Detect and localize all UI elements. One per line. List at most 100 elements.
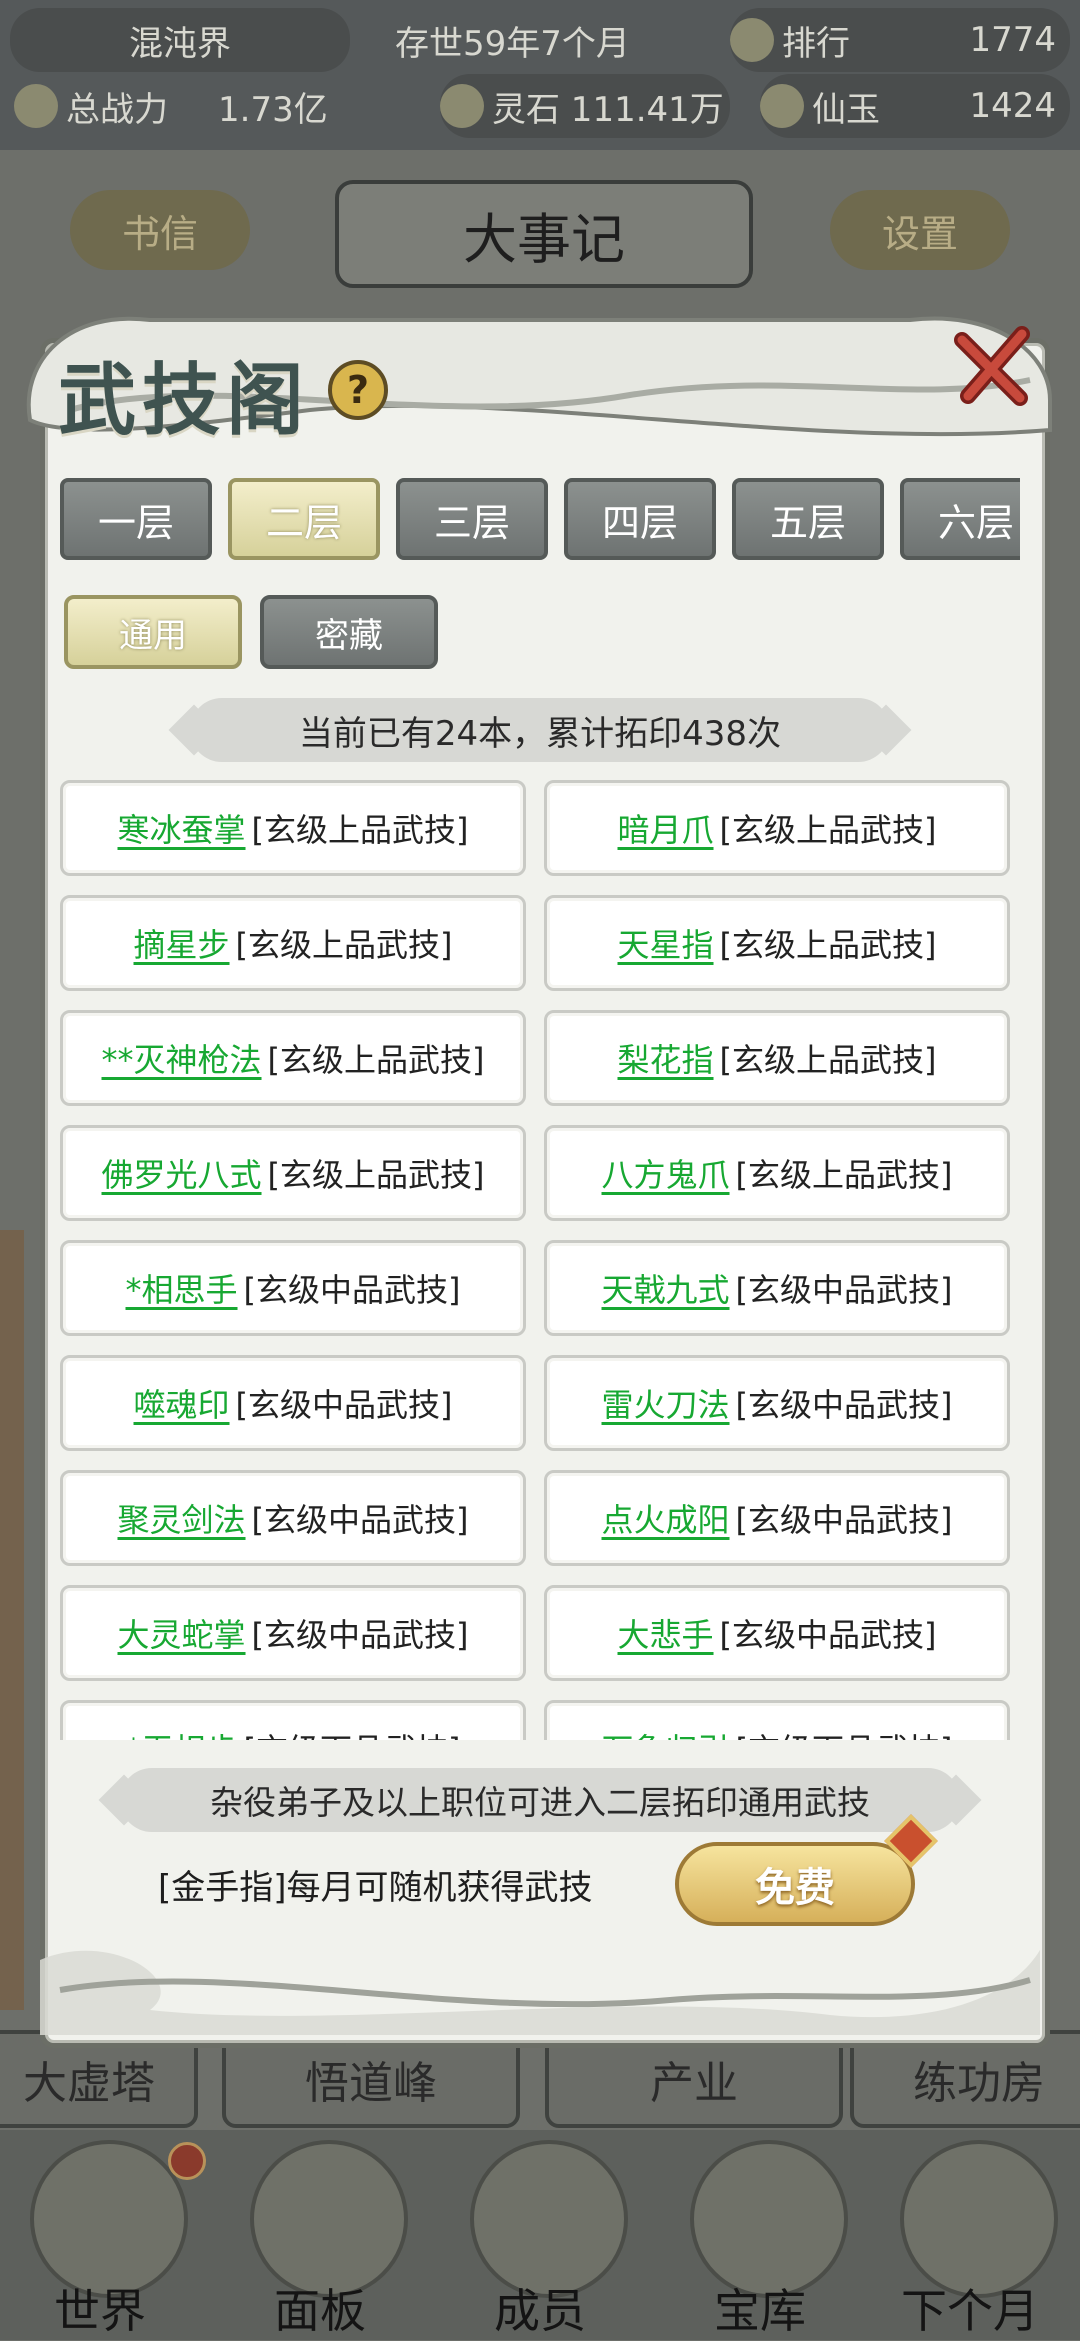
skill-grade: [玄级上品武技] [267, 1041, 485, 1079]
skill-name-link[interactable]: 点火成阳 [602, 1495, 730, 1541]
skill-card[interactable]: 天戟九式 [玄级中品武技] [544, 1240, 1010, 1336]
tab-layer-4[interactable]: 四层 [564, 478, 716, 560]
rank-button[interactable]: 排行 1774 [730, 8, 1070, 72]
skill-grade: [玄级上品武技] [719, 811, 937, 849]
skill-name-link[interactable]: 摘星步 [134, 920, 230, 966]
skill-count-banner: 当前已有24本，累计拓印438次 [190, 698, 890, 762]
skill-name-link[interactable]: 八方鬼爪 [602, 1150, 730, 1196]
nav-members[interactable]: 成员 [440, 2130, 640, 2340]
background-decoration [0, 1230, 24, 2010]
skill-grade: [玄级上品武技] [719, 926, 937, 964]
settings-button[interactable]: 设置 [830, 190, 1010, 270]
event-log-title: 大事记 [335, 180, 753, 288]
skill-name-link[interactable]: *无相步 [126, 1725, 238, 1740]
skill-grade: [玄级上品武技] [251, 811, 469, 849]
skill-grade: [玄级中品武技] [243, 1271, 461, 1309]
age-text: 存世59年7个月 [395, 23, 630, 64]
layer-requirement-text: 杂役弟子及以上职位可进入二层拓印通用武技 [210, 1783, 870, 1822]
skill-grade: [玄级中品武技] [735, 1271, 953, 1309]
skill-grade: [玄级上品武技] [267, 1156, 485, 1194]
skill-name-link[interactable]: 聚灵剑法 [118, 1495, 246, 1541]
skill-name-link[interactable]: *相思手 [126, 1265, 238, 1311]
nav-members-label: 成员 [494, 2284, 586, 2338]
nav-next-month-label: 下个月 [901, 2284, 1039, 2338]
layer-tab-bar: 一层 二层 三层 四层 五层 六层 [60, 478, 1020, 568]
dialog-title: 武技阁 [58, 355, 311, 446]
skill-card[interactable]: 八方鬼爪 [玄级上品武技] [544, 1125, 1010, 1221]
skill-name-link[interactable]: 梨花指 [618, 1035, 714, 1081]
jade-label: 仙玉 [812, 89, 880, 130]
skill-name-link[interactable]: 大悲手 [618, 1610, 714, 1656]
bottom-cloud-decoration [40, 1950, 1040, 2035]
tab-layer-1[interactable]: 一层 [60, 478, 212, 560]
skill-card[interactable]: *相思手 [玄级中品武技] [60, 1240, 526, 1336]
age-label: 存世59年7个月 [395, 8, 735, 72]
golden-finger-text: [金手指]每月可随机获得武技 [158, 1868, 593, 1908]
jade-icon [760, 84, 804, 128]
skill-grade: [玄级上品武技] [719, 1041, 937, 1079]
tab-layer-6[interactable]: 六层 [900, 478, 1020, 560]
help-icon[interactable]: ? [328, 360, 388, 420]
stone-display: 灵石 111.41万 [440, 74, 730, 138]
jade-display: 仙玉 1424 [760, 74, 1070, 138]
tab-layer-2[interactable]: 二层 [228, 478, 380, 560]
power-label: 总战力 [66, 89, 168, 130]
rank-value: 1774 [969, 20, 1056, 60]
tab-layer-5[interactable]: 五层 [732, 478, 884, 560]
skill-card[interactable]: **灭神枪法 [玄级上品武技] [60, 1010, 526, 1106]
martial-skill-pavilion-dialog: 武技阁 ? 一层 二层 三层 四层 五层 六层 通用 密藏 当前已有24本，累计… [26, 316, 1052, 2048]
skill-card[interactable]: 噬魂印 [玄级中品武技] [60, 1355, 526, 1451]
skill-name-link[interactable]: 噬魂印 [134, 1380, 230, 1426]
skill-grade: [玄级中品武技] [235, 1386, 453, 1424]
skill-name-link[interactable]: 天星指 [618, 920, 714, 966]
skill-grade: [玄级上品武技] [235, 926, 453, 964]
nav-next-month[interactable]: 下个月 [870, 2130, 1070, 2340]
nav-panel[interactable]: 面板 [220, 2130, 420, 2340]
skill-card[interactable]: 大灵蛇掌 [玄级中品武技] [60, 1585, 526, 1681]
skill-card[interactable]: 佛罗光八式 [玄级上品武技] [60, 1125, 526, 1221]
skill-name-link[interactable]: 天戟九式 [602, 1265, 730, 1311]
skill-name-link[interactable]: 雷火刀法 [602, 1380, 730, 1426]
skill-card[interactable]: 聚灵剑法 [玄级中品武技] [60, 1470, 526, 1566]
nav-panel-label: 面板 [274, 2284, 366, 2338]
tab-general[interactable]: 通用 [64, 595, 242, 669]
close-icon[interactable] [950, 320, 1040, 410]
nav-world-label: 世界 [54, 2284, 146, 2338]
skill-grade: [玄级中品武技] [251, 1616, 469, 1654]
jade-value: 1424 [969, 86, 1056, 126]
skill-grade: [玄级中品武技] [251, 1501, 469, 1539]
free-claim-button[interactable]: 免费 [675, 1842, 915, 1926]
skill-name-link[interactable]: 大灵蛇掌 [118, 1610, 246, 1656]
skill-grade: [玄级中品武技] [735, 1386, 953, 1424]
skill-card[interactable]: 点火成阳 [玄级中品武技] [544, 1470, 1010, 1566]
layer-requirement-banner: 杂役弟子及以上职位可进入二层拓印通用武技 [120, 1768, 960, 1832]
skill-count-text: 当前已有24本，累计拓印438次 [298, 713, 782, 754]
realm-text: 混沌界 [129, 23, 231, 64]
skill-grade: [玄级中品武技] [719, 1616, 937, 1654]
skill-name-link[interactable]: 佛罗光八式 [102, 1150, 262, 1196]
skill-card[interactable]: 天星指 [玄级上品武技] [544, 895, 1010, 991]
nav-treasury-label: 宝库 [714, 2284, 806, 2338]
skill-card[interactable]: 摘星步 [玄级上品武技] [60, 895, 526, 991]
skill-card[interactable]: *无相步 [玄级下品武技] [60, 1700, 526, 1740]
skill-card[interactable]: 大悲手 [玄级中品武技] [544, 1585, 1010, 1681]
nav-treasury[interactable]: 宝库 [660, 2130, 860, 2340]
skill-list[interactable]: 寒冰蚕掌 [玄级上品武技] 暗月爪 [玄级上品武技] 摘星步 [玄级上品武技] 天星指… [60, 780, 1020, 1740]
tab-layer-3[interactable]: 三层 [396, 478, 548, 560]
skill-name-link[interactable]: 暗月爪 [618, 805, 714, 851]
letters-button[interactable]: 书信 [70, 190, 250, 270]
skill-grade: [玄级下品武技] [244, 1725, 461, 1740]
tab-secret[interactable]: 密藏 [260, 595, 438, 669]
skill-card[interactable]: 万象归引 [玄级下品武技] [544, 1700, 1010, 1740]
skill-card[interactable]: 暗月爪 [玄级上品武技] [544, 780, 1010, 876]
skill-name-link[interactable]: 寒冰蚕掌 [118, 805, 246, 851]
skill-name-link[interactable]: **灭神枪法 [102, 1035, 262, 1081]
skill-card[interactable]: 寒冰蚕掌 [玄级上品武技] [60, 780, 526, 876]
skill-grade: [玄级中品武技] [735, 1501, 953, 1539]
skill-name-link[interactable]: 万象归引 [602, 1725, 730, 1740]
rank-icon [730, 18, 774, 62]
skill-card[interactable]: 雷火刀法 [玄级中品武技] [544, 1355, 1010, 1451]
skill-card[interactable]: 梨花指 [玄级上品武技] [544, 1010, 1010, 1106]
power-value: 1.73亿 [218, 89, 328, 130]
skill-grade: [玄级上品武技] [735, 1156, 953, 1194]
